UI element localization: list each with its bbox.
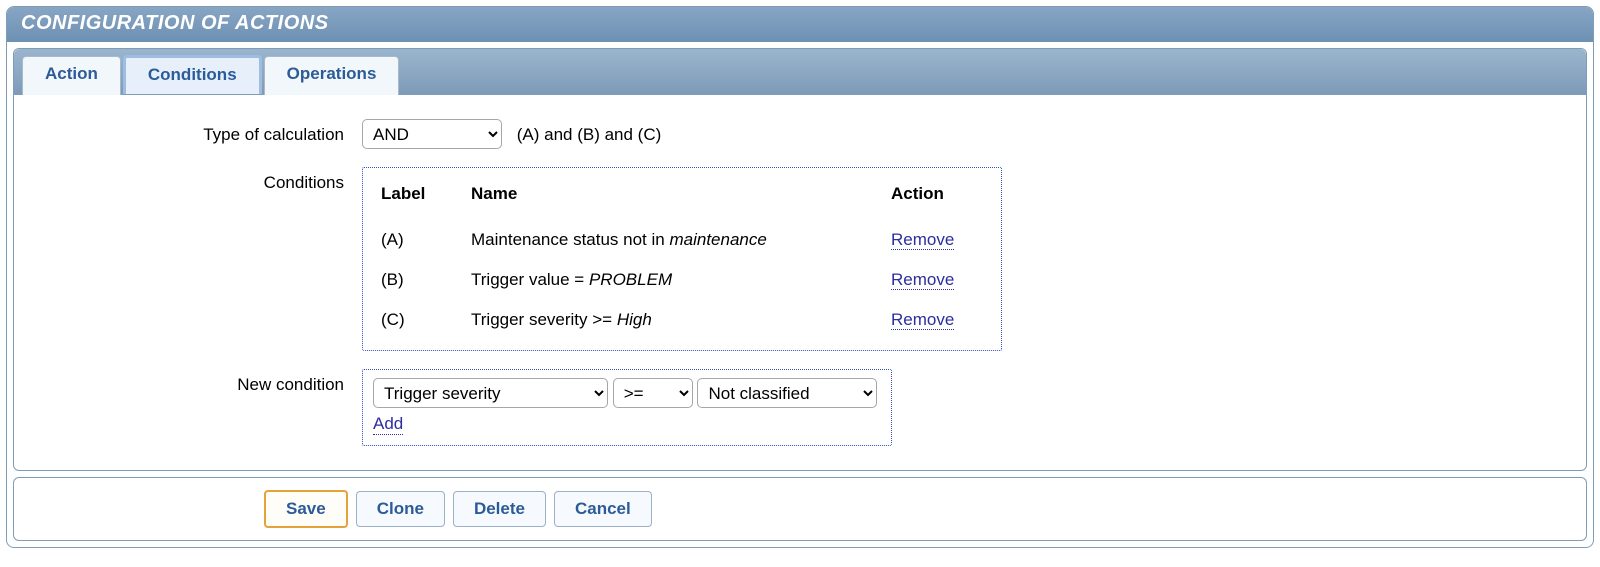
remove-link[interactable]: Remove xyxy=(891,310,954,330)
label-conditions: Conditions xyxy=(42,167,362,193)
form-frame: Action Conditions Operations Type of cal… xyxy=(13,48,1587,471)
label-type-of-calculation: Type of calculation xyxy=(42,119,362,145)
col-header-label: Label xyxy=(377,178,467,220)
remove-link[interactable]: Remove xyxy=(891,230,954,250)
new-condition-box: Trigger severity >= Not classified Add xyxy=(362,369,892,446)
label-new-condition: New condition xyxy=(42,369,362,395)
config-actions-panel: CONFIGURATION OF ACTIONS Action Conditio… xyxy=(6,6,1594,548)
footer-buttons: Save Clone Delete Cancel xyxy=(13,477,1587,541)
cond-label: (C) xyxy=(377,300,467,340)
calculation-type-select[interactable]: AND xyxy=(362,119,502,149)
table-row: (B) Trigger value = PROBLEM Remove xyxy=(377,260,987,300)
cond-name: Maintenance status not in maintenance xyxy=(467,220,887,260)
tab-operations[interactable]: Operations xyxy=(264,56,400,95)
clone-button[interactable]: Clone xyxy=(356,491,445,527)
cond-name: Trigger severity >= High xyxy=(467,300,887,340)
calculation-description: (A) and (B) and (C) xyxy=(517,125,662,145)
new-condition-operator-select[interactable]: >= xyxy=(613,378,693,408)
col-header-name: Name xyxy=(467,178,887,220)
tab-conditions[interactable]: Conditions xyxy=(123,55,262,94)
table-row: (A) Maintenance status not in maintenanc… xyxy=(377,220,987,260)
page-title: CONFIGURATION OF ACTIONS xyxy=(7,7,1593,42)
row-conditions: Conditions Label Name Action xyxy=(42,167,1558,351)
col-header-action: Action xyxy=(887,178,987,220)
conditions-table: Label Name Action (A) Maintenance status… xyxy=(377,178,987,340)
delete-button[interactable]: Delete xyxy=(453,491,546,527)
table-row: (C) Trigger severity >= High Remove xyxy=(377,300,987,340)
cond-label: (A) xyxy=(377,220,467,260)
save-button[interactable]: Save xyxy=(264,490,348,528)
conditions-box: Label Name Action (A) Maintenance status… xyxy=(362,167,1002,351)
cond-label: (B) xyxy=(377,260,467,300)
row-new-condition: New condition Trigger severity >= Not cl… xyxy=(42,369,1558,446)
add-condition-link[interactable]: Add xyxy=(373,414,403,435)
remove-link[interactable]: Remove xyxy=(891,270,954,290)
tab-action[interactable]: Action xyxy=(22,56,121,95)
form-area: Type of calculation AND (A) and (B) and … xyxy=(14,95,1586,470)
cond-name: Trigger value = PROBLEM xyxy=(467,260,887,300)
cancel-button[interactable]: Cancel xyxy=(554,491,652,527)
new-condition-type-select[interactable]: Trigger severity xyxy=(373,378,608,408)
tab-bar: Action Conditions Operations xyxy=(14,49,1586,95)
new-condition-value-select[interactable]: Not classified xyxy=(697,378,877,408)
row-type-of-calculation: Type of calculation AND (A) and (B) and … xyxy=(42,119,1558,149)
